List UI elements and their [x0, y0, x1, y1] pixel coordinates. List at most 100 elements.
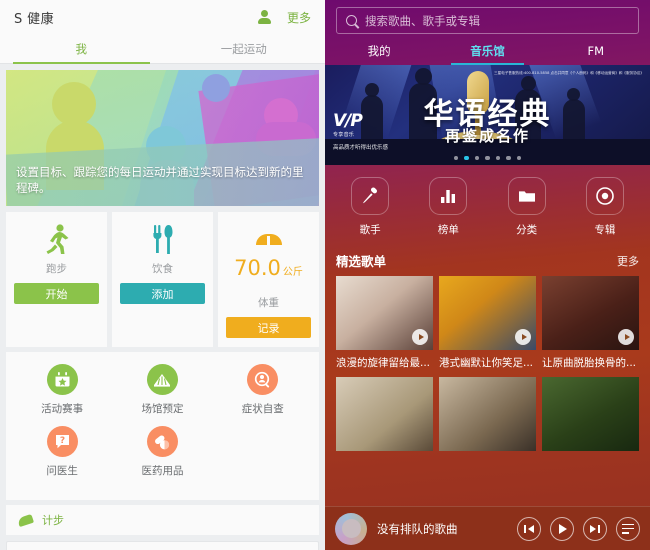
- weight-value: 70.0: [234, 256, 281, 280]
- category-label: 榜单: [437, 224, 459, 236]
- playlist-card[interactable]: 让原曲脱胎换骨的...: [542, 276, 639, 370]
- playlist-thumbnail: [336, 276, 433, 350]
- playlist-card[interactable]: [542, 377, 639, 451]
- music-tabs: 我的 音乐馆 FM: [325, 36, 650, 65]
- health-banner[interactable]: 设置目标、跟踪您的每日运动并通过实现目标达到新的里程碑。: [6, 70, 319, 206]
- notice-row[interactable]: 1 条新信息: [6, 541, 319, 550]
- banner-legal-text: 三星电子售服热线:400-810-5858 点击并同意《个人册码》和《移动运营商…: [494, 71, 644, 75]
- music-banner[interactable]: 三星电子售服热线:400-810-5858 点击并同意《个人册码》和《移动运营商…: [325, 65, 650, 165]
- vip-badge-sub: 专享音乐: [333, 132, 355, 138]
- skip-previous-icon[interactable]: [517, 516, 541, 541]
- playlist-icon[interactable]: [616, 516, 640, 541]
- running-icon: [44, 222, 70, 256]
- app-title: S 健康: [14, 11, 54, 27]
- symptom-search-icon: [247, 364, 279, 395]
- section-more-button[interactable]: 更多: [617, 253, 639, 269]
- playlist-row-1: 浪漫的旋律留给最... 港式幽默让你笑足... 让原曲脱胎换骨的...: [325, 276, 650, 370]
- playlist-thumbnail: [439, 276, 536, 350]
- food-icon: [151, 222, 175, 256]
- start-button[interactable]: 开始: [14, 283, 99, 304]
- banner-dot-active[interactable]: [464, 155, 469, 160]
- pills-icon: [146, 426, 178, 457]
- play-icon[interactable]: [515, 329, 531, 345]
- banner-dot[interactable]: [506, 155, 511, 160]
- record-button[interactable]: 记录: [226, 317, 311, 338]
- playlist-card[interactable]: [336, 377, 433, 451]
- health-service-grid: 活动赛事 场馆预定 症状自查 ? 问医生 医药用品: [6, 352, 319, 500]
- folder-icon: [507, 177, 546, 215]
- play-icon[interactable]: [618, 329, 634, 345]
- weight-reading: 70.0 公斤: [234, 256, 303, 290]
- metric-card-running[interactable]: 跑步 开始: [6, 212, 107, 347]
- music-player-bar: 没有排队的歌曲: [325, 506, 650, 550]
- chart-bars-icon: [429, 177, 468, 215]
- playlist-title: 让原曲脱胎换骨的...: [542, 357, 637, 369]
- playlist-thumbnail: [542, 377, 639, 451]
- banner-dot[interactable]: [516, 155, 522, 160]
- grid-item-ask-doctor[interactable]: ? 问医生: [12, 426, 112, 478]
- play-icon[interactable]: [412, 329, 428, 345]
- playlist-row-2: [325, 377, 650, 451]
- playlist-thumbnail: [439, 377, 536, 451]
- health-tabs: 我 一起运动: [0, 34, 325, 64]
- play-icon[interactable]: [550, 516, 574, 541]
- metric-card-weight[interactable]: 70.0 公斤 体重 记录: [218, 212, 319, 347]
- playlist-card[interactable]: 港式幽默让你笑足...: [439, 276, 536, 370]
- microphone-icon: [351, 177, 390, 215]
- tab-me[interactable]: 我: [0, 34, 163, 64]
- banner-dots[interactable]: [325, 155, 650, 160]
- search-bar[interactable]: 搜索歌曲、歌手或专辑: [336, 7, 639, 34]
- vip-badge: V/P 专享音乐 高品质才听得出优乐感: [333, 111, 388, 151]
- health-header: S 健康 更多: [0, 0, 325, 34]
- banner-dot[interactable]: [453, 155, 459, 160]
- playlist-card[interactable]: 浪漫的旋律留给最...: [336, 276, 433, 370]
- category-label: 专辑: [594, 224, 616, 236]
- category-albums[interactable]: 专辑: [566, 177, 644, 237]
- tab-together[interactable]: 一起运动: [163, 34, 326, 63]
- pedometer-row[interactable]: 计步: [6, 505, 319, 535]
- question-bubble-icon: ?: [46, 426, 78, 457]
- tab-music-library[interactable]: 音乐馆: [433, 36, 541, 65]
- banner-dot[interactable]: [495, 155, 501, 160]
- playlist-card[interactable]: [439, 377, 536, 451]
- person-icon[interactable]: [257, 10, 271, 24]
- svg-text:?: ?: [60, 436, 65, 446]
- grid-item-venue[interactable]: 场馆预定: [112, 364, 212, 416]
- grid-item-symptom[interactable]: 症状自查: [213, 364, 313, 416]
- weight-unit: 公斤: [282, 267, 303, 278]
- grid-item-events[interactable]: 活动赛事: [12, 364, 112, 416]
- health-app-panel: S 健康 更多 我 一起运动 设置目标、跟踪您的每日运动并通过实现目标达到新的里…: [0, 0, 325, 550]
- player-controls: [517, 516, 640, 541]
- add-button[interactable]: 添加: [120, 283, 205, 304]
- grid-label: 医药用品: [141, 465, 184, 477]
- venue-icon: [146, 364, 178, 395]
- album-cover-icon[interactable]: [335, 512, 367, 545]
- search-input[interactable]: 搜索歌曲、歌手或专辑: [365, 13, 480, 29]
- more-button[interactable]: 更多: [287, 9, 311, 26]
- playlist-title: 浪漫的旋律留给最...: [336, 357, 431, 369]
- pedometer-label: 计步: [42, 514, 64, 527]
- health-header-actions: 更多: [257, 9, 311, 26]
- health-metric-cards: 跑步 开始 饮食 添加 70.0 公斤 体重 记录: [6, 212, 319, 347]
- banner-figure: [202, 74, 230, 102]
- search-icon: [346, 15, 357, 26]
- tab-fm[interactable]: FM: [542, 36, 650, 65]
- banner-dot[interactable]: [474, 155, 480, 160]
- tab-mine[interactable]: 我的: [325, 36, 433, 65]
- category-singers[interactable]: 歌手: [331, 177, 409, 237]
- metric-label: 体重: [258, 297, 279, 309]
- banner-dot[interactable]: [485, 155, 490, 160]
- skip-next-icon[interactable]: [583, 516, 607, 541]
- grid-label: 问医生: [46, 465, 78, 477]
- calendar-star-icon: [46, 364, 78, 395]
- category-label: 歌手: [359, 224, 381, 236]
- metric-card-food[interactable]: 饮食 添加: [112, 212, 213, 347]
- banner-text: 设置目标、跟踪您的每日运动并通过实现目标达到新的里程碑。: [16, 165, 304, 195]
- category-charts[interactable]: 榜单: [409, 177, 487, 237]
- featured-playlists-header: 精选歌单 更多: [325, 241, 650, 276]
- grid-item-medicine[interactable]: 医药用品: [112, 426, 212, 478]
- grid-label: 场馆预定: [141, 403, 184, 415]
- category-label: 分类: [516, 224, 538, 236]
- screenshot-root: S 健康 更多 我 一起运动 设置目标、跟踪您的每日运动并通过实现目标达到新的里…: [0, 0, 650, 550]
- category-genres[interactable]: 分类: [488, 177, 566, 237]
